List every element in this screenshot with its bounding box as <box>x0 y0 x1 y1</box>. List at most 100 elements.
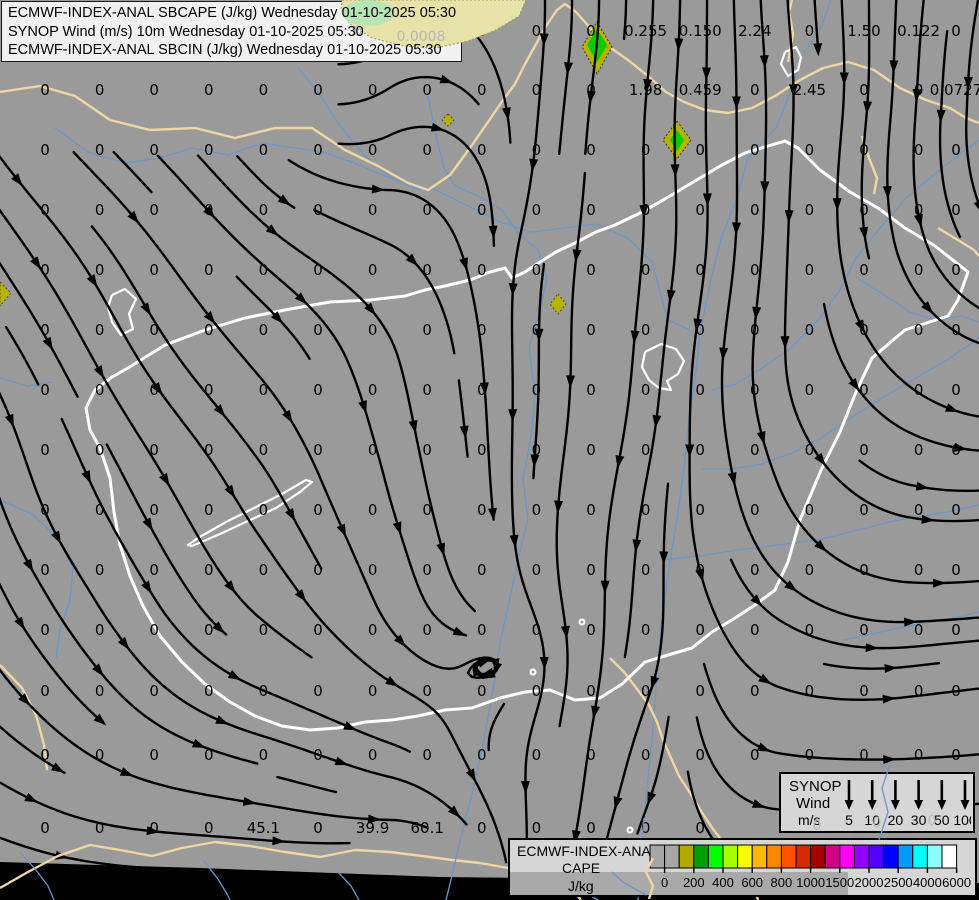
sbcin-value: 0 <box>422 321 432 339</box>
sbcin-value: 0 <box>914 746 924 764</box>
wind-arrow-head <box>937 800 947 810</box>
sbcin-value: 0 <box>859 261 869 279</box>
streamline <box>0 261 79 398</box>
streamline <box>688 0 979 701</box>
wind-arrowhead <box>973 201 979 210</box>
streamline <box>557 0 574 156</box>
cape-spot-small <box>549 293 567 315</box>
sbcin-value: 0 <box>586 621 596 639</box>
wind-arrowhead <box>358 400 367 414</box>
cape-tick-label: 4000 <box>913 875 942 890</box>
wind-arrowhead <box>731 96 741 110</box>
sbcin-value: 0 <box>259 501 269 519</box>
sbcin-value: 0 <box>750 501 760 519</box>
sbcin-value: 0 <box>422 561 432 579</box>
cape-tick-label: 200 <box>683 875 705 890</box>
sbcin-value: 0 <box>914 441 924 459</box>
wind-arrowhead <box>14 616 25 630</box>
cape-tick-label: 1500 <box>825 875 854 890</box>
sbcin-value: 0 <box>204 561 214 579</box>
sbcape-value: 2.24 <box>738 22 771 40</box>
sbcin-value: 0 <box>805 746 815 764</box>
sbcin-value: 0 <box>313 819 323 837</box>
wind-arrowhead <box>813 43 823 57</box>
streamline <box>313 208 456 355</box>
wind-arrowhead <box>859 226 869 241</box>
wind-arrowhead <box>488 225 498 239</box>
wind-arrowhead <box>159 472 170 487</box>
sbcin-value: 0 <box>313 501 323 519</box>
cape-swatch <box>678 844 695 869</box>
cape-swatch <box>824 844 841 869</box>
sbcin-value: 0 <box>805 381 815 399</box>
cape-swatch <box>941 844 958 869</box>
title-line-sbcape: ECMWF-INDEX-ANAL SBCAPE (J/kg) Wednesday… <box>8 5 457 21</box>
wind-arrowhead <box>566 375 576 389</box>
sbcin-value: 0 <box>313 441 323 459</box>
sbcin-value: 0 <box>477 682 487 700</box>
cape-tick-label: 400 <box>712 875 734 890</box>
sbcape-value: 0.0727 <box>930 81 979 99</box>
cape-colorbar: 0 200 400 600 800 1000 1500 2000 2500 4000 6000 <box>649 844 971 890</box>
wind-arrowhead <box>814 452 826 466</box>
wind-arrowhead <box>659 551 669 565</box>
sbcin-value: 0 <box>750 561 760 579</box>
wind-arrowhead <box>760 181 770 195</box>
lake-dot <box>626 826 634 834</box>
wind-arrow-head <box>914 800 924 810</box>
wind-arrowhead <box>652 414 662 429</box>
streamline <box>276 775 338 794</box>
sbcin-value: 0 <box>951 141 961 159</box>
sbcin-value: 0 <box>149 561 159 579</box>
cape-tick-label: 600 <box>741 875 763 890</box>
streamline <box>555 171 587 728</box>
sbcape-value: 0.255 <box>624 22 667 40</box>
wind-arrowhead <box>732 222 742 236</box>
wind-arrowhead <box>334 756 349 766</box>
river <box>427 95 548 830</box>
wind-arrowhead <box>459 257 468 271</box>
sbcin-value: 0 <box>805 321 815 339</box>
wind-arrow-head <box>844 800 854 810</box>
sbcin-value: 0 <box>95 201 105 219</box>
sbcin-value: 0 <box>422 81 432 99</box>
sbcin-value: 0 <box>204 501 214 519</box>
wind-arrowhead <box>865 643 879 653</box>
sbcin-value: 0 <box>40 621 50 639</box>
sbcin-value: 0 <box>204 81 214 99</box>
sbcin-value: 0 <box>149 81 159 99</box>
sbcin-value: 0 <box>313 321 323 339</box>
sbcin-value: 0 <box>477 261 487 279</box>
sbcin-value: 0 <box>422 141 432 159</box>
cape-swatch <box>722 844 739 869</box>
sbcin-value: 0 <box>204 819 214 837</box>
sbcin-value: 0 <box>859 746 869 764</box>
sbcin-value: 0 <box>95 561 105 579</box>
wind-arrow-head <box>867 800 877 810</box>
sbcin-value: 0 <box>750 261 760 279</box>
sbcin-value: 0 <box>641 321 651 339</box>
sbcin-value: 0 <box>368 261 378 279</box>
sbcin-value: 0 <box>95 621 105 639</box>
sbcin-value: 0 <box>532 201 542 219</box>
sbcin-value: 0 <box>368 201 378 219</box>
wind-speed-label: 100 <box>953 812 971 828</box>
wind-arrowhead <box>285 507 296 522</box>
cape-legend: ECMWF-INDEX-ANAL CAPE J/kg 0 200 400 600 800… <box>508 838 977 897</box>
wind-arrowhead <box>142 517 153 532</box>
sbcin-value: 0 <box>805 22 815 40</box>
sbcin-value: 0 <box>149 321 159 339</box>
cape-spot-small <box>441 113 455 127</box>
sbcin-value: 0 <box>532 746 542 764</box>
sbcape-value: 1.50 <box>847 22 880 40</box>
sbcin-value: 0 <box>805 141 815 159</box>
sbcin-value: 0 <box>641 381 651 399</box>
cape-swatch <box>839 844 855 869</box>
wind-arrowhead <box>913 213 923 228</box>
sbcin-value: 0 <box>422 621 432 639</box>
wind-arrowhead <box>336 523 347 538</box>
streamline <box>822 662 941 670</box>
sbcin-value: 0 <box>204 261 214 279</box>
sbcin-value: 0 <box>368 621 378 639</box>
wind-arrowhead <box>465 768 476 783</box>
